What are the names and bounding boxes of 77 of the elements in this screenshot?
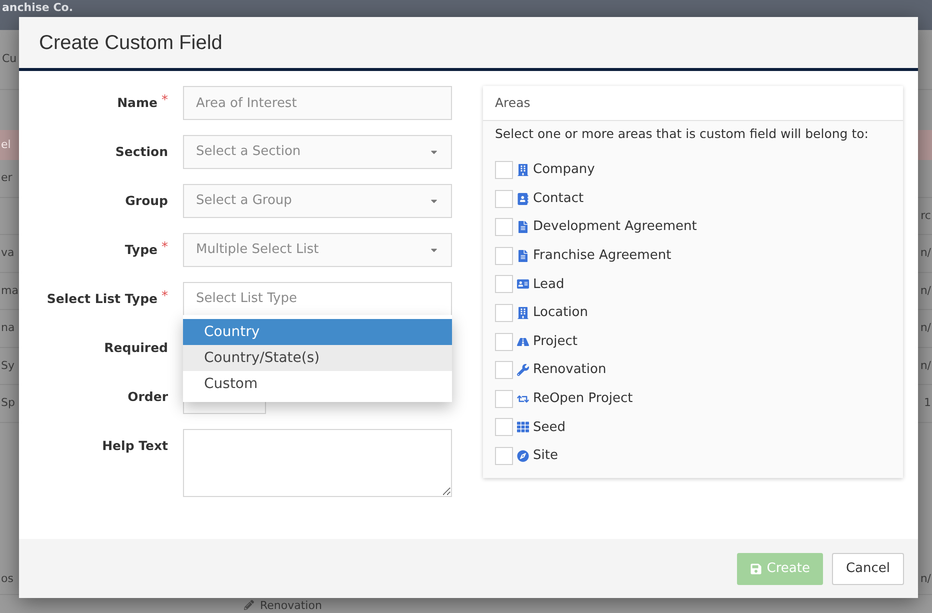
field-label: Order bbox=[128, 388, 168, 406]
checkbox[interactable] bbox=[495, 361, 513, 380]
table-cell-text: n/ bbox=[920, 245, 931, 261]
table-cell-text: os bbox=[1, 571, 14, 587]
checkbox[interactable] bbox=[495, 332, 513, 351]
pencil-icon bbox=[244, 600, 254, 610]
checkbox[interactable] bbox=[495, 161, 513, 180]
road-icon bbox=[517, 336, 529, 348]
checkbox[interactable] bbox=[495, 390, 513, 408]
field-label: Type bbox=[124, 240, 158, 259]
area-label: Development Agreement bbox=[533, 218, 697, 236]
brand-text: anchise Co. bbox=[2, 1, 74, 15]
table-cell-text: va bbox=[1, 245, 14, 261]
building-icon bbox=[517, 307, 529, 320]
select-field[interactable]: Select List Type bbox=[183, 282, 452, 316]
dropdown-option[interactable]: Custom bbox=[183, 371, 452, 397]
checkbox[interactable] bbox=[495, 446, 513, 465]
area-label: Contact bbox=[533, 190, 584, 208]
table-cell-text: n/ bbox=[920, 320, 931, 336]
table-cell-text: ma bbox=[1, 282, 18, 298]
id-card-icon bbox=[517, 278, 529, 290]
field-label: Help Text bbox=[102, 436, 168, 455]
document-icon bbox=[517, 250, 529, 262]
banner-text: el bbox=[1, 136, 11, 153]
table-cell-text: rc bbox=[920, 208, 931, 224]
table-cell-text: na bbox=[1, 320, 15, 336]
dropdown-option[interactable]: Country/State(s) bbox=[183, 345, 452, 371]
dropdown-option[interactable]: Country bbox=[183, 319, 452, 345]
checkbox[interactable] bbox=[495, 275, 513, 294]
grid-icon bbox=[517, 421, 529, 434]
name-field[interactable]: Area of Interest bbox=[183, 86, 452, 120]
dialog-title: Create Custom Field bbox=[39, 30, 222, 56]
area-label: Site bbox=[533, 447, 558, 466]
checkbox[interactable] bbox=[495, 246, 513, 265]
help-text-area[interactable] bbox=[183, 429, 452, 497]
table-cell-text: n/ bbox=[920, 282, 931, 298]
field-label: Required bbox=[104, 338, 168, 357]
document-icon bbox=[517, 221, 529, 234]
area-label: Franchise Agreement bbox=[533, 247, 672, 266]
area-label: Project bbox=[533, 332, 578, 351]
wrench-icon bbox=[517, 364, 529, 376]
repeat-icon bbox=[517, 392, 529, 405]
field-label: Group bbox=[125, 192, 168, 210]
table-cell-text: n/ bbox=[920, 358, 931, 374]
select-field[interactable]: Select a Group bbox=[183, 184, 452, 218]
field-label: Select List Type bbox=[46, 290, 158, 308]
save-icon bbox=[750, 562, 762, 574]
field-label: Name bbox=[117, 94, 158, 112]
panel-title: Areas bbox=[495, 94, 530, 112]
area-label: Company bbox=[533, 161, 595, 180]
required-mark: * bbox=[162, 92, 168, 110]
table-cell-text: Sp bbox=[1, 395, 15, 411]
areas-hint: Select one or more areas that is custom field will belong to: bbox=[494, 125, 870, 143]
checkbox[interactable] bbox=[495, 218, 513, 236]
area-label: Location bbox=[533, 304, 588, 322]
table-cell: Renovation bbox=[260, 598, 322, 612]
table-cell-text: 1 bbox=[924, 395, 931, 411]
checkbox[interactable] bbox=[495, 304, 513, 322]
compass-icon bbox=[517, 450, 529, 462]
checkbox[interactable] bbox=[495, 190, 513, 208]
building-icon bbox=[517, 164, 529, 176]
area-label: ReOpen Project bbox=[533, 390, 633, 408]
required-mark: * bbox=[162, 288, 168, 306]
select-field[interactable]: Select a Section bbox=[183, 135, 452, 169]
area-label: Lead bbox=[533, 276, 564, 294]
required-mark: * bbox=[162, 239, 168, 258]
checkbox[interactable] bbox=[495, 418, 513, 436]
tab-text: Cu bbox=[2, 51, 17, 68]
area-label: Renovation bbox=[533, 361, 606, 380]
contact-card-icon bbox=[517, 192, 529, 205]
table-cell-text: n/ bbox=[920, 571, 931, 587]
table-cell-text: Sy bbox=[1, 358, 14, 374]
table-cell-text: er bbox=[1, 170, 12, 186]
cancel-button[interactable]: Cancel bbox=[832, 552, 904, 584]
field-label: Section bbox=[115, 142, 168, 161]
area-label: Seed bbox=[533, 418, 566, 437]
select-field[interactable]: Multiple Select List bbox=[183, 233, 452, 267]
